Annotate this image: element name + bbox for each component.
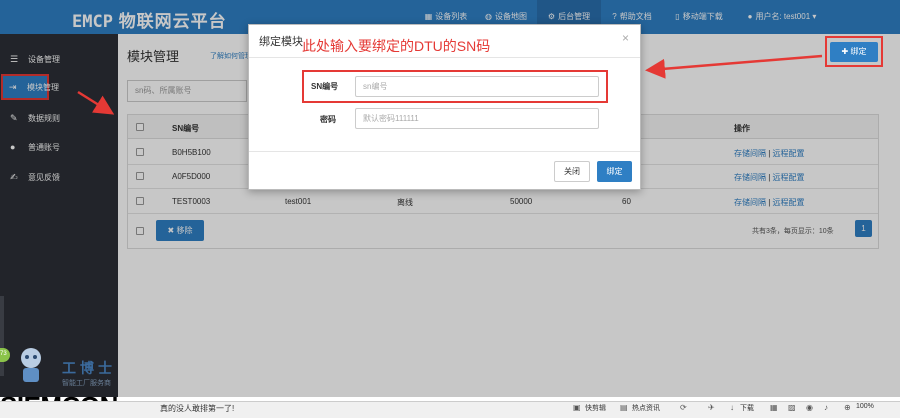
pin-icon: ✈ — [708, 403, 715, 412]
dialog-title: 绑定模块 — [259, 36, 303, 48]
highlight-frame-bind — [825, 36, 883, 67]
sound-icon: ♪ — [824, 403, 828, 412]
status-download[interactable]: 下载 — [740, 403, 754, 413]
dialog-bind-button[interactable]: 绑定 — [597, 161, 632, 182]
password-input[interactable]: 默认密码111111 — [355, 108, 599, 129]
password-label: 密码 — [320, 115, 336, 124]
watermark-subtitle: 智能工厂服务商 — [62, 380, 111, 387]
dialog-divider — [249, 57, 640, 58]
highlight-frame-sn — [302, 70, 608, 103]
video-icon: ▣ — [573, 403, 581, 412]
news-ticker[interactable]: 真的没人敢排第一了! — [160, 403, 234, 414]
status-hot-news[interactable]: 热点资讯 — [632, 403, 660, 413]
download-icon: ↓ — [730, 403, 734, 412]
lock-icon: ◉ — [806, 403, 813, 412]
browser-statusbar — [0, 401, 900, 418]
zoom-icon: ⊕ — [844, 403, 851, 412]
refresh-icon: ⟳ — [680, 403, 687, 412]
annotation-text: 此处输入要绑定的DTU的SN码 — [302, 38, 491, 54]
status-quick-edit[interactable]: 快剪辑 — [585, 403, 606, 413]
close-icon[interactable]: × — [622, 31, 629, 45]
image-icon: ▨ — [788, 403, 796, 412]
mascot-icon — [21, 348, 41, 382]
status-zoom[interactable]: 100% — [856, 403, 874, 410]
dialog-close-button[interactable]: 关闭 — [554, 161, 590, 182]
fire-icon: ▤ — [620, 403, 628, 412]
grid-icon: ▦ — [770, 403, 778, 412]
watermark-title: 工博士 — [62, 360, 116, 376]
dialog-divider — [249, 151, 640, 152]
